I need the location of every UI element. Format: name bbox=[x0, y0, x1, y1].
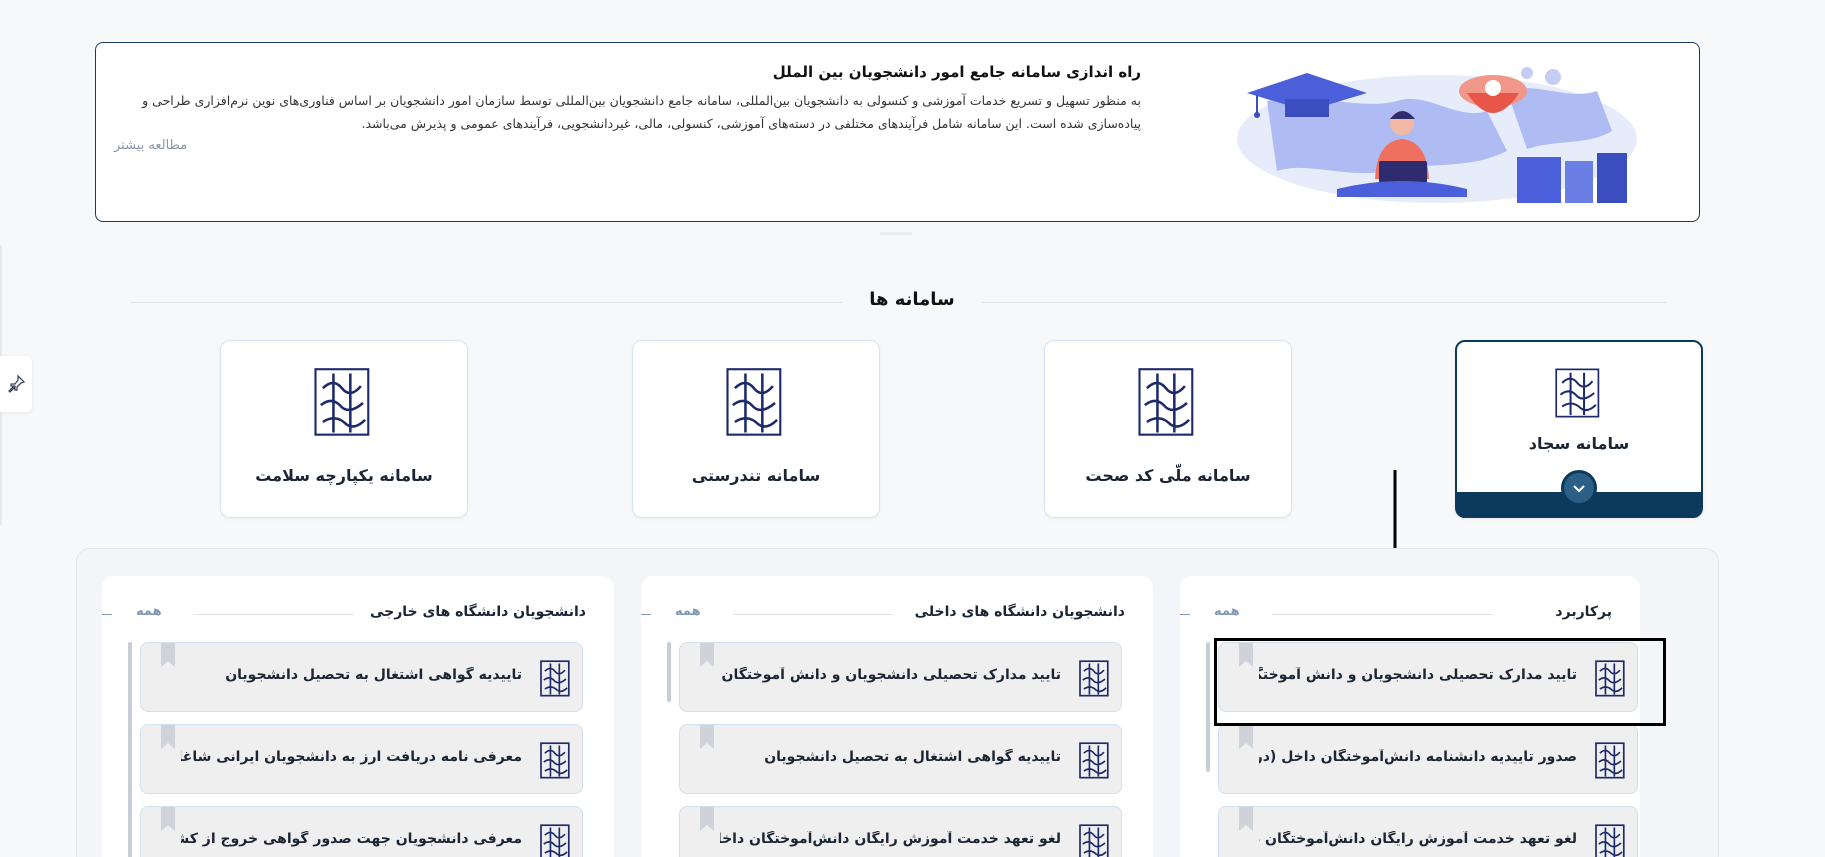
chevron-down-icon bbox=[1573, 485, 1585, 493]
organization-logo-icon bbox=[1079, 742, 1109, 779]
system-card-label: سامانه یکپارچه سلامت bbox=[255, 466, 433, 485]
section-divider-right bbox=[975, 302, 1667, 303]
services-column-foreign: دانشجویان دانشگاه های خارجی همه تاییدیه … bbox=[102, 576, 614, 857]
read-more-link[interactable]: مطالعه بیشتر bbox=[114, 138, 187, 153]
organization-logo-icon bbox=[540, 660, 570, 697]
system-card-label: سامانه تندرستی bbox=[691, 466, 821, 485]
column-title: پرکاربرد bbox=[1549, 604, 1612, 620]
organization-logo-icon bbox=[1079, 660, 1109, 697]
organization-logo-icon bbox=[1555, 368, 1600, 418]
bookmark-icon[interactable] bbox=[700, 643, 714, 667]
side-tool-tab[interactable] bbox=[0, 356, 32, 412]
organization-logo-icon bbox=[540, 742, 570, 779]
list-item[interactable]: معرفی دانشجویان جهت صدور گواهی خروج از ک… bbox=[140, 806, 583, 857]
banner-line-2: پیاده‌سازی شده است. این سامانه شامل فرآی… bbox=[361, 116, 1141, 131]
organization-logo-icon bbox=[540, 824, 570, 857]
organization-logo-icon bbox=[1138, 368, 1194, 436]
system-card-sajad[interactable]: سامانه سجاد bbox=[1455, 340, 1703, 518]
banner-title: راه اندازی سامانه جامع امور دانشجویان بی… bbox=[772, 63, 1141, 81]
list-item[interactable]: صدور تاییدیه دانشنامه دانش‌آموختگان داخل… bbox=[1218, 724, 1638, 794]
organization-logo-icon bbox=[726, 368, 782, 436]
bookmark-icon[interactable] bbox=[1239, 725, 1253, 749]
systems-section-title: سامانه ها bbox=[842, 289, 982, 310]
pin-icon bbox=[8, 374, 26, 393]
banner-description: به منظور تسهیل و تسریع خدمات آموزشی و کن… bbox=[114, 89, 1141, 135]
expand-button[interactable] bbox=[1561, 470, 1597, 506]
list-item-label: لغو تعهد خدمت آموزش رایگان دانش‌آموختگان… bbox=[720, 831, 1061, 847]
system-card-label: سامانه سجاد bbox=[1528, 434, 1630, 453]
highlight-box bbox=[1214, 638, 1666, 726]
scrollbar[interactable] bbox=[1206, 642, 1210, 772]
column-header: دانشجویان دانشگاه های داخلی همه bbox=[641, 604, 1125, 624]
list-item[interactable]: معرفی نامه دریافت ارز به دانشجویان ایران… bbox=[140, 724, 583, 794]
list-item[interactable]: لغو تعهد خدمت آموزش رایگان دانش‌آموختگان… bbox=[1218, 806, 1638, 857]
carousel-indicator[interactable] bbox=[880, 232, 912, 235]
list-item-label: صدور تاییدیه دانشنامه دانش‌آموختگان داخل… bbox=[1259, 749, 1577, 765]
organization-logo-icon bbox=[1079, 824, 1109, 857]
view-all-link[interactable]: همه bbox=[130, 604, 168, 619]
bookmark-icon[interactable] bbox=[161, 807, 175, 831]
bookmark-icon[interactable] bbox=[700, 807, 714, 831]
section-divider-left bbox=[130, 302, 850, 303]
bookmark-icon[interactable] bbox=[1239, 807, 1253, 831]
list-item[interactable]: لغو تعهد خدمت آموزش رایگان دانش‌آموختگان… bbox=[679, 806, 1122, 857]
scrollbar[interactable] bbox=[667, 642, 671, 702]
list-item-label: لغو تعهد خدمت آموزش رایگان دانش‌آموختگان… bbox=[1259, 831, 1577, 847]
student-laptop-illustration bbox=[1237, 67, 1637, 203]
announcement-banner: راه اندازی سامانه جامع امور دانشجویان بی… bbox=[95, 42, 1700, 222]
view-all-link[interactable]: همه bbox=[1208, 604, 1246, 619]
view-all-link[interactable]: همه bbox=[669, 604, 707, 619]
list-item-label: تاییدیه گواهی اشتغال به تحصیل دانشجویان bbox=[225, 667, 522, 683]
scrollbar[interactable] bbox=[128, 642, 132, 857]
list-item[interactable]: تاییدیه گواهی اشتغال به تحصیل دانشجویان bbox=[679, 724, 1122, 794]
list-item[interactable]: تایید مدارک تحصیلی دانشجویان و دانش آموخ… bbox=[679, 642, 1122, 712]
list-item[interactable]: تاییدیه گواهی اشتغال به تحصیل دانشجویان bbox=[140, 642, 583, 712]
organization-logo-icon bbox=[1595, 824, 1625, 857]
system-card-tandorosti[interactable]: سامانه تندرستی bbox=[632, 340, 880, 518]
list-item-label: تایید مدارک تحصیلی دانشجویان و دانش آموخ… bbox=[720, 667, 1061, 683]
list-item-label: معرفی دانشجویان جهت صدور گواهی خروج از ک… bbox=[181, 831, 522, 847]
system-card-label: سامانه ملّی کد صحت bbox=[1085, 466, 1251, 485]
list-item-label: تاییدیه گواهی اشتغال به تحصیل دانشجویان bbox=[764, 749, 1061, 765]
organization-logo-icon bbox=[1595, 742, 1625, 779]
bookmark-icon[interactable] bbox=[161, 643, 175, 667]
list-item-label: معرفی نامه دریافت ارز به دانشجویان ایران… bbox=[181, 749, 522, 765]
system-card-salamat[interactable]: سامانه یکپارچه سلامت bbox=[220, 340, 468, 518]
column-header: دانشجویان دانشگاه های خارجی همه bbox=[102, 604, 586, 624]
column-header: پرکاربرد همه bbox=[1180, 604, 1612, 624]
column-title: دانشجویان دانشگاه های خارجی bbox=[363, 604, 586, 620]
system-card-sehat-code[interactable]: سامانه ملّی کد صحت bbox=[1044, 340, 1292, 518]
banner-line-1: به منظور تسهیل و تسریع خدمات آموزشی و کن… bbox=[142, 93, 1141, 108]
bookmark-icon[interactable] bbox=[700, 725, 714, 749]
column-title: دانشجویان دانشگاه های داخلی bbox=[908, 604, 1125, 620]
bookmark-icon[interactable] bbox=[161, 725, 175, 749]
organization-logo-icon bbox=[314, 368, 370, 436]
services-column-domestic: دانشجویان دانشگاه های داخلی همه تایید مد… bbox=[641, 576, 1153, 857]
